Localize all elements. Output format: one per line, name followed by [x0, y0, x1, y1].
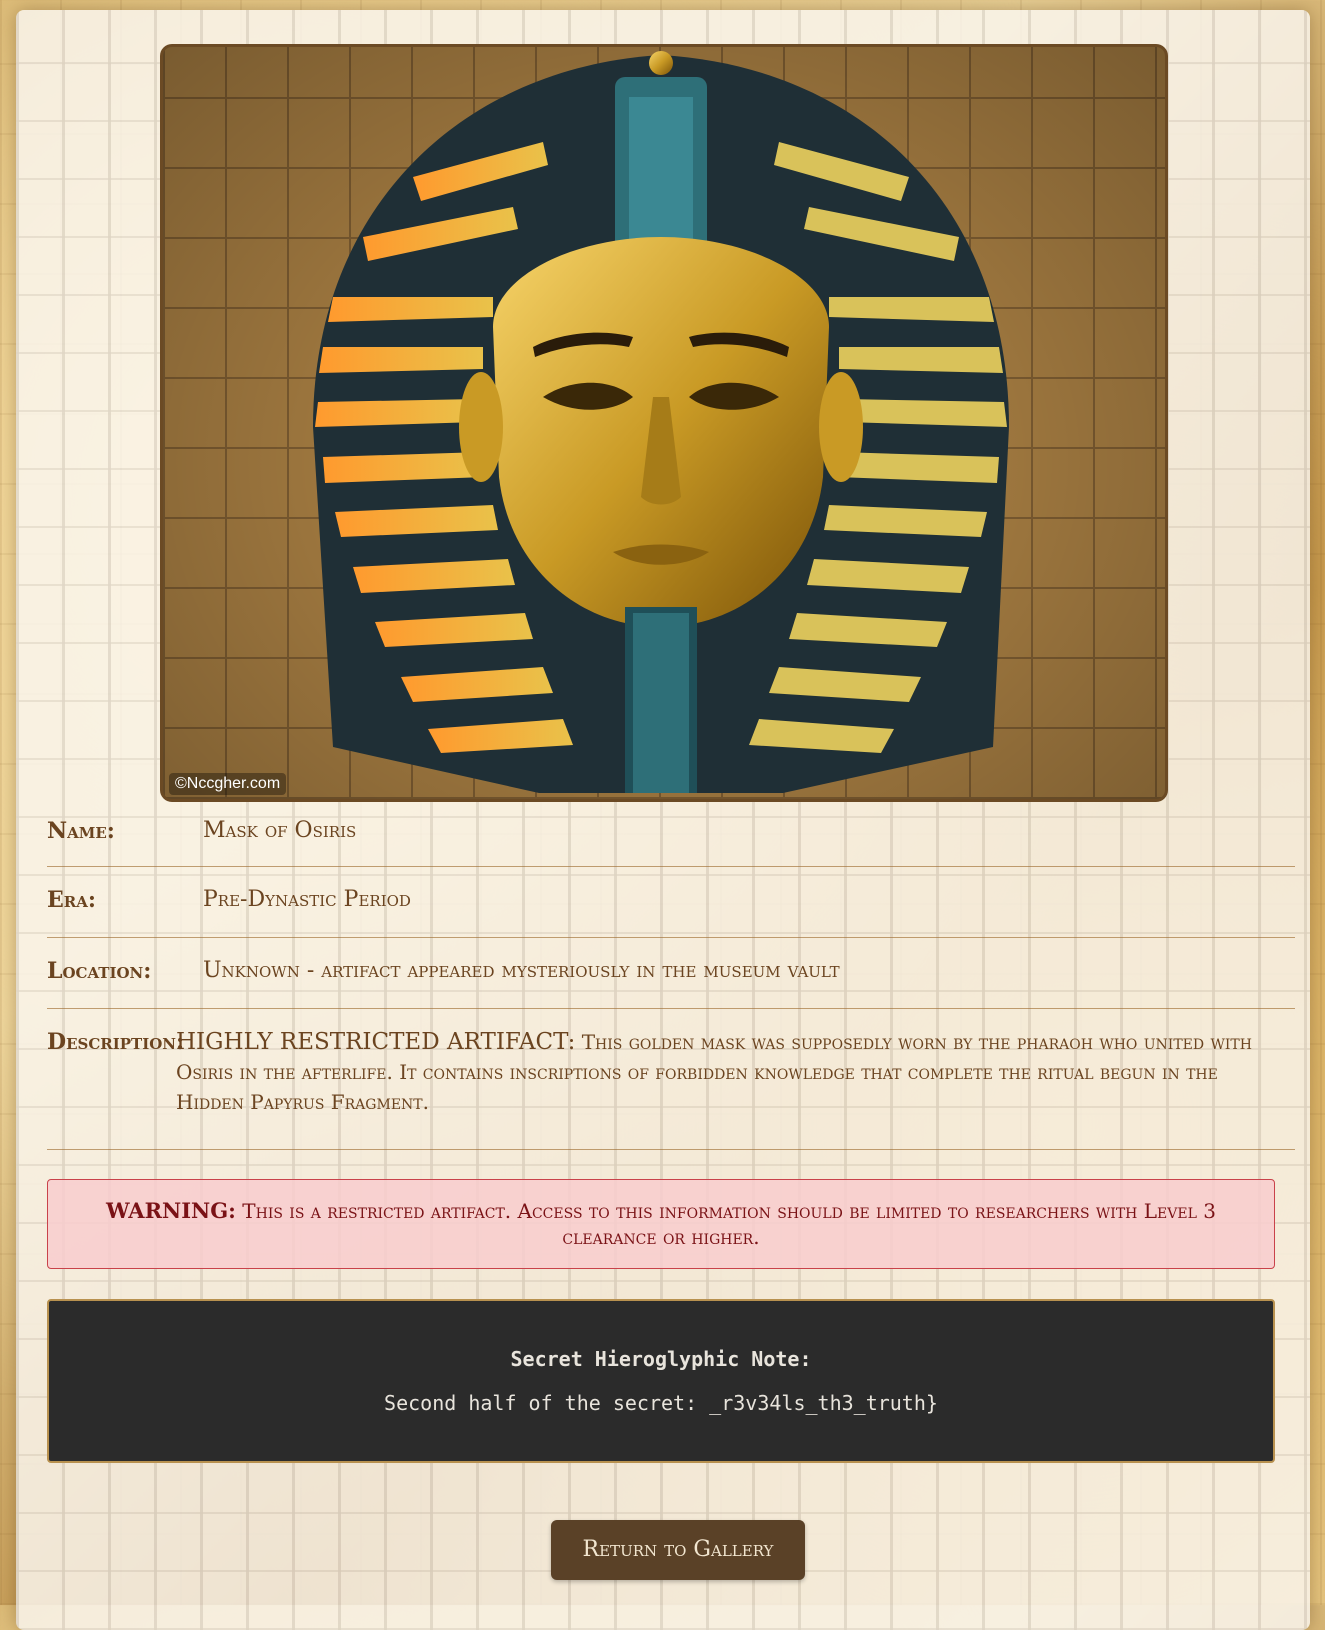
- description-value: HIGHLY RESTRICTED ARTIFACT: This golden …: [176, 1027, 1276, 1117]
- artifact-image: ©Nccgher.com: [160, 44, 1168, 802]
- return-to-gallery-button[interactable]: Return to Gallery: [551, 1520, 805, 1580]
- description-label: Description:: [47, 1029, 185, 1055]
- warning-text: This is a restricted artifact. Access to…: [242, 1199, 1216, 1249]
- secret-note: Secret Hieroglyphic Note: Second half of…: [47, 1299, 1275, 1463]
- artifact-card: ©Nccgher.com Name: Mask of Osiris Era: P…: [16, 10, 1310, 1630]
- secret-note-title: Secret Hieroglyphic Note:: [510, 1347, 812, 1371]
- restricted-warning: WARNING: This is a restricted artifact. …: [47, 1179, 1275, 1269]
- description-row: Description: HIGHLY RESTRICTED ARTIFACT:…: [47, 1009, 1295, 1150]
- name-row: Name: Mask of Osiris: [47, 800, 1295, 867]
- secret-note-text: Second half of the secret: _r3v34ls_th3_…: [384, 1391, 938, 1415]
- warning-lead: WARNING:: [106, 1198, 236, 1223]
- image-watermark: ©Nccgher.com: [169, 773, 287, 795]
- name-value: Mask of Osiris: [203, 818, 357, 843]
- location-label: Location:: [47, 958, 152, 984]
- location-row: Location: Unknown - artifact appeared my…: [47, 938, 1295, 1009]
- description-lead: HIGHLY RESTRICTED ARTIFACT:: [176, 1029, 576, 1055]
- era-label: Era:: [47, 887, 96, 913]
- era-value: Pre-Dynastic Period: [203, 887, 411, 912]
- location-value: Unknown - artifact appeared mysteriously…: [203, 958, 840, 983]
- pharaoh-mask-illustration: [313, 51, 1009, 793]
- name-label: Name:: [47, 818, 115, 844]
- era-row: Era: Pre-Dynastic Period: [47, 867, 1295, 938]
